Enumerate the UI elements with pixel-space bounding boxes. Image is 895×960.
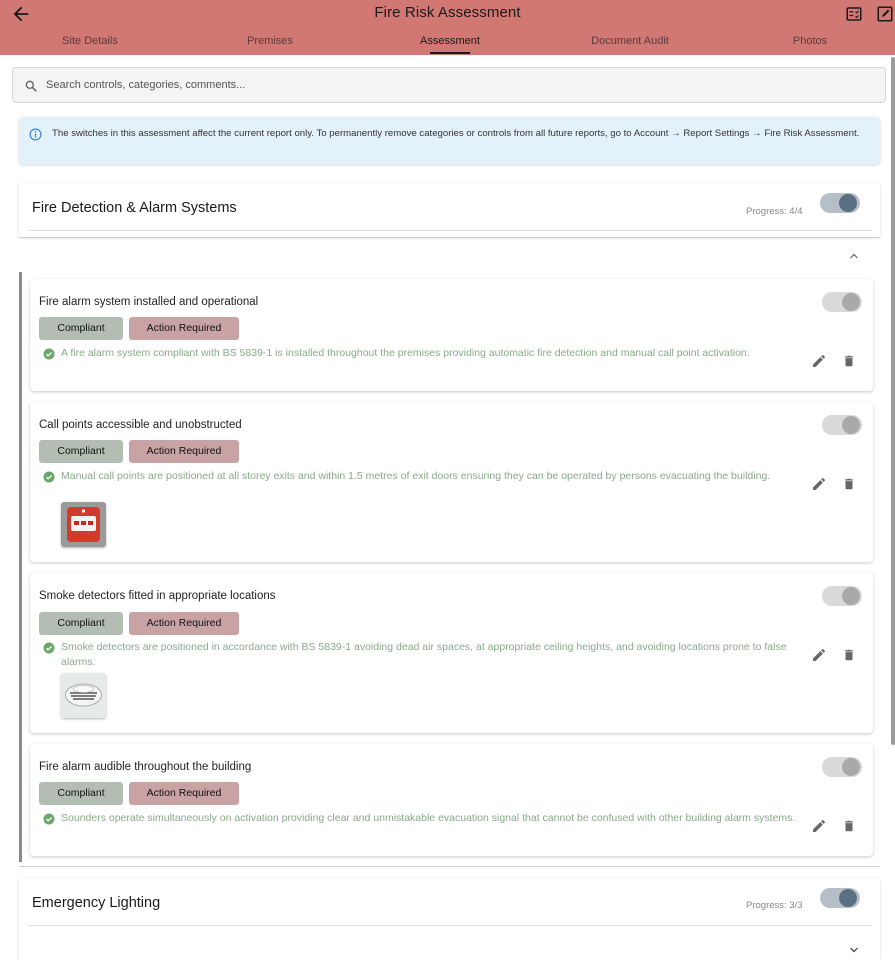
section-content-rail <box>19 272 22 862</box>
divider <box>19 866 880 867</box>
page-title: Fire Risk Assessment <box>374 4 521 21</box>
tab-bar: Site Details Premises Assessment Documen… <box>0 30 895 55</box>
section-title: Fire Detection & Alarm Systems <box>32 200 237 216</box>
control-comment: Sounders operate simultaneously on activ… <box>61 812 796 824</box>
control-toggle[interactable] <box>822 413 862 437</box>
control-toggle[interactable] <box>822 584 862 608</box>
compliant-button[interactable]: Compliant <box>39 440 123 463</box>
trash-icon[interactable] <box>842 818 856 834</box>
trash-icon[interactable] <box>842 353 856 369</box>
chevron-down-icon[interactable] <box>848 944 860 956</box>
control-card: Call points accessible and unobstructed … <box>30 402 873 562</box>
action-required-button[interactable]: Action Required <box>129 317 239 340</box>
control-card: Fire alarm audible throughout the buildi… <box>30 744 873 856</box>
scrollbar[interactable] <box>891 57 895 745</box>
active-tab-indicator <box>430 52 470 54</box>
trash-icon[interactable] <box>842 647 856 663</box>
control-title: Call points accessible and unobstructed <box>39 419 242 431</box>
section-progress: Progress: 4/4 <box>746 206 803 217</box>
tab-document-audit[interactable]: Document Audit <box>591 35 669 47</box>
edit-square-icon[interactable] <box>876 5 894 23</box>
control-title: Smoke detectors fitted in appropriate lo… <box>39 590 276 602</box>
tab-premises[interactable]: Premises <box>247 35 293 47</box>
control-card: Fire alarm system installed and operatio… <box>30 279 873 391</box>
compliant-button[interactable]: Compliant <box>39 317 123 340</box>
compliant-button[interactable]: Compliant <box>39 612 123 635</box>
divider <box>19 237 880 238</box>
pencil-icon[interactable] <box>811 647 827 663</box>
tab-assessment[interactable]: Assessment <box>420 35 480 47</box>
section-progress: Progress: 3/3 <box>746 900 803 911</box>
search-icon <box>25 80 37 92</box>
pencil-icon[interactable] <box>811 476 827 492</box>
control-toggle[interactable] <box>822 755 862 779</box>
control-comment: Manual call points are positioned at all… <box>61 470 771 482</box>
info-text: The switches in this assessment affect t… <box>52 128 860 139</box>
check-circle-icon <box>43 642 55 654</box>
control-title: Fire alarm audible throughout the buildi… <box>39 761 252 773</box>
call-point-photo[interactable] <box>61 502 106 547</box>
search-bar[interactable]: Search controls, categories, comments... <box>12 67 886 103</box>
section-toggle[interactable] <box>820 886 860 910</box>
chevron-up-icon[interactable] <box>848 250 860 262</box>
pencil-icon[interactable] <box>811 353 827 369</box>
section-toggle[interactable] <box>820 191 860 215</box>
compliant-button[interactable]: Compliant <box>39 782 123 805</box>
section-header: Fire Detection & Alarm Systems Progress:… <box>19 183 880 237</box>
info-icon <box>29 128 42 141</box>
app-bar: Fire Risk Assessment Site Details Premis… <box>0 0 895 55</box>
control-toggle[interactable] <box>822 290 862 314</box>
pencil-icon[interactable] <box>811 818 827 834</box>
checklist-icon[interactable] <box>845 5 863 23</box>
check-circle-icon <box>43 348 55 360</box>
control-comment: A fire alarm system compliant with BS 58… <box>61 347 750 359</box>
action-required-button[interactable]: Action Required <box>129 440 239 463</box>
info-banner: The switches in this assessment affect t… <box>19 117 880 164</box>
search-input[interactable]: Search controls, categories, comments... <box>46 79 245 91</box>
control-comment: Smoke detectors are positioned in accord… <box>61 641 787 668</box>
trash-icon[interactable] <box>842 476 856 492</box>
check-circle-icon <box>43 471 55 483</box>
tab-photos[interactable]: Photos <box>793 35 827 47</box>
action-required-button[interactable]: Action Required <box>129 612 239 635</box>
control-card: Smoke detectors fitted in appropriate lo… <box>30 573 873 733</box>
check-circle-icon <box>43 813 55 825</box>
tab-site-details[interactable]: Site Details <box>62 35 118 47</box>
smoke-detector-photo[interactable] <box>61 673 106 718</box>
divider <box>29 230 872 231</box>
divider <box>29 925 872 926</box>
section-title: Emergency Lighting <box>32 895 161 911</box>
control-title: Fire alarm system installed and operatio… <box>39 296 259 308</box>
action-required-button[interactable]: Action Required <box>129 782 239 805</box>
section-header: Emergency Lighting Progress: 3/3 <box>19 878 880 960</box>
